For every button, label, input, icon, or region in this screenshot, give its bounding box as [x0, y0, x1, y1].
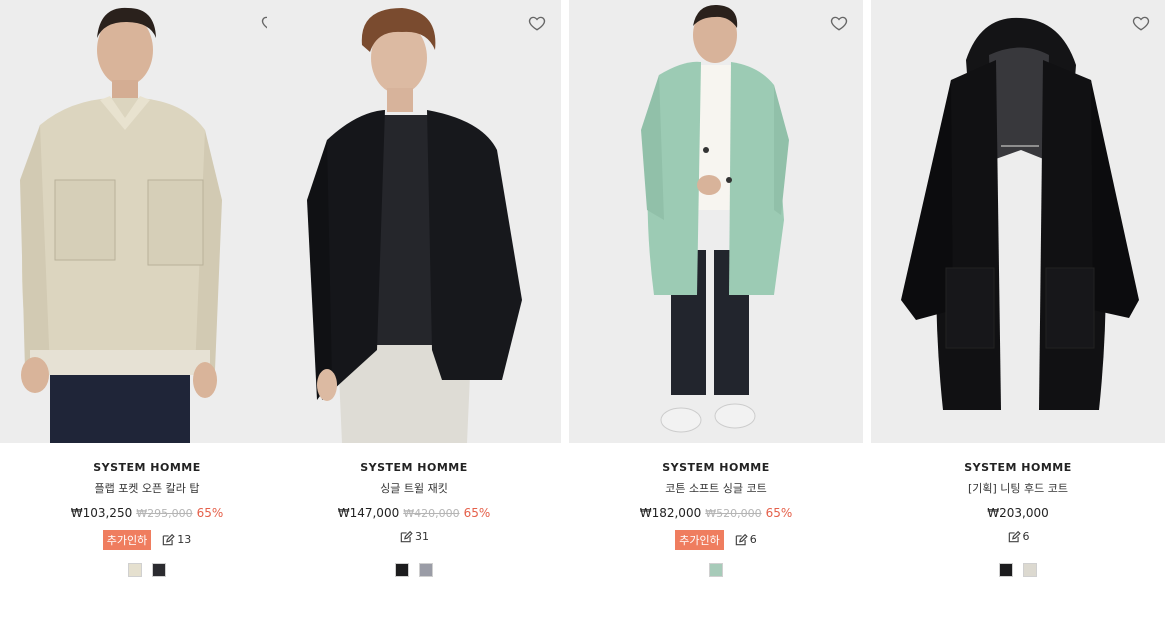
pencil-square-icon [400, 530, 413, 543]
review-count: 6 [1022, 530, 1030, 543]
product-price-row: ₩182,000 ₩520,000 65% [569, 506, 863, 520]
product-image[interactable] [0, 0, 294, 443]
product-brand[interactable]: SYSTEM HOMME [871, 461, 1165, 474]
sale-price: ₩147,000 [337, 506, 400, 520]
product-name[interactable]: 싱글 트윌 재킷 [267, 480, 561, 496]
pencil-square-icon [1008, 530, 1021, 543]
review-link[interactable]: 6 [1007, 530, 1030, 544]
product-image[interactable] [569, 0, 863, 443]
original-price: ₩295,000 [136, 507, 193, 520]
product-meta: 추가인하 13 [0, 530, 294, 550]
product-card[interactable]: SYSTEM HOMME 싱글 트윌 재킷 ₩147,000 ₩420,000 65… [267, 0, 561, 617]
original-price: ₩520,000 [705, 507, 762, 520]
wishlist-heart-icon[interactable] [1132, 14, 1150, 32]
product-price-row: ₩103,250 ₩295,000 65% [0, 506, 294, 520]
discount-rate: 65% [463, 506, 491, 520]
sale-price: ₩103,250 [70, 506, 133, 520]
product-photo-mint-coat [569, 0, 863, 443]
product-price-row: ₩203,000 [871, 506, 1165, 520]
discount-rate: 65% [765, 506, 793, 520]
color-swatch-charcoal[interactable] [151, 563, 166, 577]
product-name[interactable]: 플랩 포켓 오픈 칼라 탑 [0, 480, 294, 496]
color-swatch-black[interactable] [395, 563, 410, 577]
promo-badge: 추가인하 [675, 530, 724, 550]
product-name[interactable]: [기획] 니팅 후드 코트 [871, 480, 1165, 496]
review-link[interactable]: 6 [734, 533, 757, 547]
original-price: ₩420,000 [403, 507, 460, 520]
product-brand[interactable]: SYSTEM HOMME [569, 461, 863, 474]
color-swatches [569, 562, 863, 581]
product-card[interactable]: SYSTEM HOMME [기획] 니팅 후드 코트 ₩203,000 6 [871, 0, 1165, 617]
review-count: 31 [415, 530, 429, 543]
product-price-row: ₩147,000 ₩420,000 65% [267, 506, 561, 520]
product-meta: 추가인하 6 [569, 530, 863, 550]
color-swatch-cream[interactable] [128, 563, 143, 577]
pencil-square-icon [162, 533, 175, 546]
product-brand[interactable]: SYSTEM HOMME [0, 461, 294, 474]
color-swatch-mint[interactable] [709, 563, 723, 577]
product-photo-cream-top [0, 0, 294, 443]
color-swatch-gray[interactable] [418, 563, 433, 577]
wishlist-heart-icon[interactable] [830, 14, 848, 32]
product-name[interactable]: 코튼 소프트 싱글 코트 [569, 480, 863, 496]
wishlist-heart-icon[interactable] [528, 14, 546, 32]
product-photo-hooded-coat [871, 0, 1165, 443]
product-image[interactable] [871, 0, 1165, 443]
color-swatch-black[interactable] [999, 563, 1014, 577]
product-meta: 6 [871, 530, 1165, 544]
review-count: 13 [177, 533, 192, 546]
product-meta: 31 [267, 530, 561, 544]
review-link[interactable]: 13 [161, 533, 191, 547]
product-card[interactable]: SYSTEM HOMME 플랩 포켓 오픈 칼라 탑 ₩103,250 ₩295,… [0, 0, 294, 617]
color-swatch-light-gray[interactable] [1022, 563, 1037, 577]
product-photo-black-jacket [267, 0, 561, 443]
review-count: 6 [749, 533, 757, 546]
pencil-square-icon [735, 533, 748, 546]
color-swatches [0, 562, 294, 581]
sale-price: ₩203,000 [987, 506, 1049, 520]
color-swatches [871, 562, 1165, 581]
review-link[interactable]: 31 [399, 530, 429, 544]
product-card[interactable]: SYSTEM HOMME 코튼 소프트 싱글 코트 ₩182,000 ₩520,0… [569, 0, 863, 617]
product-image[interactable] [267, 0, 561, 443]
product-grid: SYSTEM HOMME 플랩 포켓 오픈 칼라 탑 ₩103,250 ₩295,… [0, 0, 1169, 617]
product-brand[interactable]: SYSTEM HOMME [267, 461, 561, 474]
promo-badge: 추가인하 [102, 530, 152, 550]
sale-price: ₩182,000 [639, 506, 702, 520]
color-swatches [267, 562, 561, 581]
discount-rate: 65% [196, 506, 224, 520]
